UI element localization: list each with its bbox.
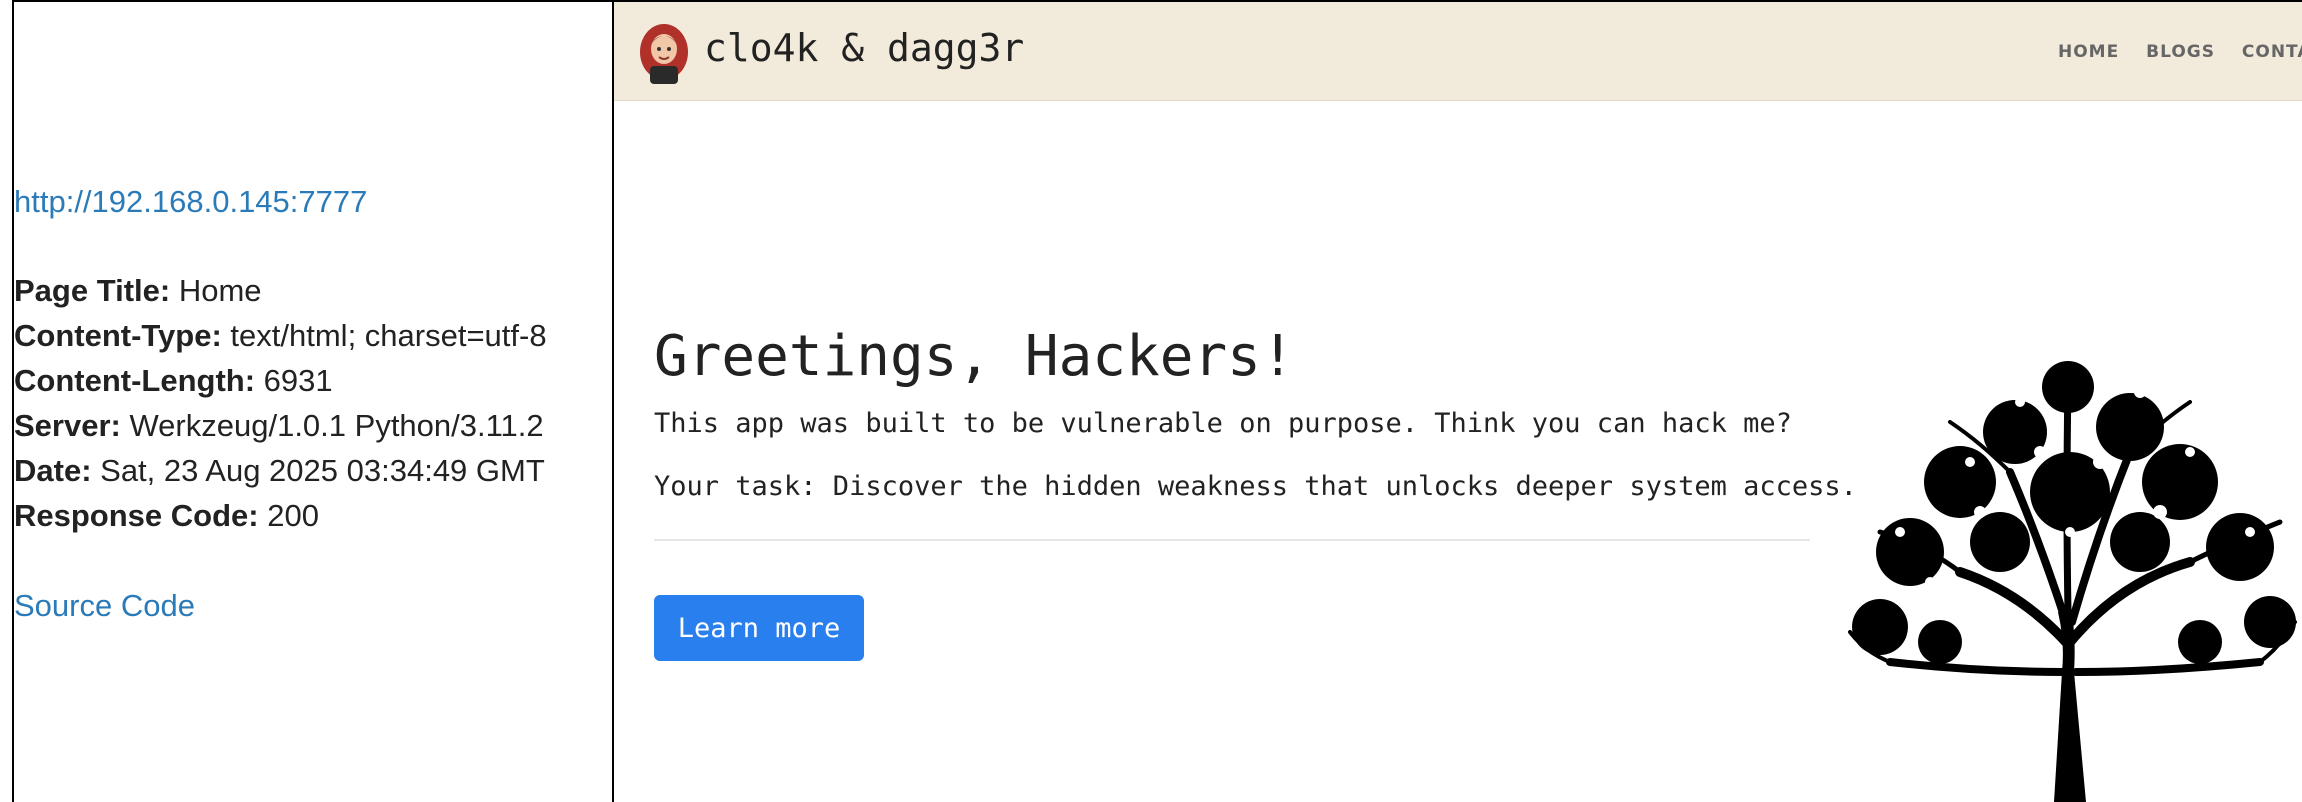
nav-contact[interactable]: CONTACT bbox=[2242, 42, 2302, 62]
meta-label: Content-Type: bbox=[14, 318, 222, 353]
hero-divider bbox=[654, 539, 1810, 541]
target-url-link[interactable]: http://192.168.0.145:7777 bbox=[14, 179, 367, 224]
avatar-icon[interactable] bbox=[636, 22, 692, 84]
nav-blogs[interactable]: BLOGS bbox=[2146, 42, 2215, 62]
meta-value: 6931 bbox=[263, 363, 333, 398]
brand-name[interactable]: clo4k & dagg3r bbox=[704, 24, 1024, 72]
meta-date: Date: Sat, 23 Aug 2025 03:34:49 GMT bbox=[14, 448, 547, 493]
hero-text-intro: This app was built to be vulnerable on p… bbox=[654, 408, 1792, 439]
tree-icon bbox=[1848, 361, 2297, 802]
meta-label: Content-Length: bbox=[14, 363, 256, 398]
site-screenshot: clo4k & dagg3r HOME BLOGS CONTACT Greeti… bbox=[614, 2, 2302, 802]
nav-menu: HOME BLOGS CONTACT bbox=[2058, 42, 2302, 62]
meta-value: 200 bbox=[267, 498, 319, 533]
meta-server: Server: Werkzeug/1.0.1 Python/3.11.2 bbox=[14, 403, 547, 448]
meta-label: Response Code: bbox=[14, 498, 259, 533]
meta-value: Home bbox=[178, 273, 262, 308]
response-metadata: Page Title: Home Content-Type: text/html… bbox=[14, 268, 547, 538]
hero-text-task: Your task: Discover the hidden weakness … bbox=[654, 471, 1857, 502]
meta-value: text/html; charset=utf-8 bbox=[230, 318, 547, 353]
site-navbar: clo4k & dagg3r HOME BLOGS CONTACT bbox=[614, 2, 2302, 101]
source-code-link[interactable]: Source Code bbox=[14, 583, 195, 628]
meta-value: Werkzeug/1.0.1 Python/3.11.2 bbox=[129, 408, 544, 443]
meta-response-code: Response Code: 200 bbox=[14, 493, 547, 538]
hero-title: Greetings, Hackers! bbox=[654, 324, 1295, 389]
meta-content-type: Content-Type: text/html; charset=utf-8 bbox=[14, 313, 547, 358]
meta-label: Date: bbox=[14, 453, 92, 488]
info-panel: http://192.168.0.145:7777 Page Title: Ho… bbox=[14, 0, 610, 802]
meta-label: Page Title: bbox=[14, 273, 171, 308]
nav-home[interactable]: HOME bbox=[2058, 42, 2119, 62]
meta-page-title: Page Title: Home bbox=[14, 268, 547, 313]
meta-label: Server: bbox=[14, 408, 121, 443]
learn-more-button[interactable]: Learn more bbox=[654, 595, 864, 661]
meta-value: Sat, 23 Aug 2025 03:34:49 GMT bbox=[100, 453, 545, 488]
meta-content-length: Content-Length: 6931 bbox=[14, 358, 547, 403]
